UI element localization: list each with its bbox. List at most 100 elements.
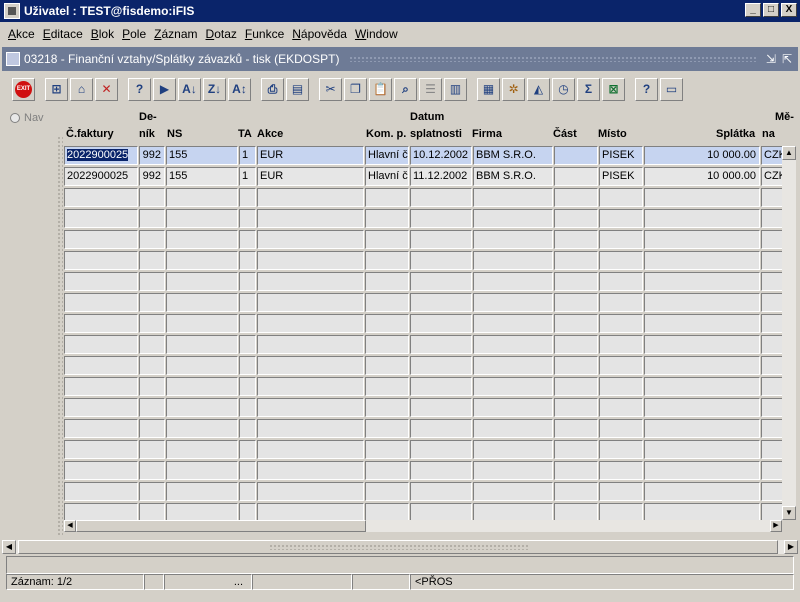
window-button[interactable]: ▭ — [660, 77, 683, 101]
grid-horizontal-scrollbar[interactable]: ◀ ▶ — [64, 520, 782, 532]
cell-akce[interactable] — [257, 398, 364, 417]
cell-denik[interactable]: 992 — [139, 146, 165, 165]
cell-datum[interactable] — [410, 230, 472, 249]
calculator-button[interactable]: ▦ — [477, 77, 500, 101]
save-button[interactable]: ⌂ — [70, 77, 93, 101]
cell-splatka[interactable]: 10 000.00 — [644, 146, 760, 165]
cell-akce[interactable] — [257, 503, 364, 520]
cell-ta[interactable] — [239, 230, 256, 249]
cell-misto[interactable] — [599, 335, 643, 354]
cell-datum[interactable] — [410, 209, 472, 228]
cell-firma[interactable] — [473, 440, 553, 459]
cell-firma[interactable] — [473, 461, 553, 480]
cell-denik[interactable] — [139, 335, 165, 354]
cell-ns[interactable] — [166, 188, 238, 207]
cell-cast[interactable] — [554, 167, 598, 186]
cell-kom[interactable]: Hlavní či — [365, 167, 409, 186]
cell-akce[interactable] — [257, 461, 364, 480]
cell-kom[interactable] — [365, 503, 409, 520]
cell-denik[interactable] — [139, 314, 165, 333]
cell-akce[interactable] — [257, 188, 364, 207]
cell-ns[interactable] — [166, 461, 238, 480]
find-button[interactable]: ⌕ — [394, 77, 417, 101]
gauge-button[interactable]: ◷ — [552, 77, 575, 101]
cell-denik[interactable] — [139, 461, 165, 480]
cell-misto[interactable] — [599, 377, 643, 396]
cell-cast[interactable] — [554, 188, 598, 207]
cell-misto[interactable]: PISEK — [599, 146, 643, 165]
cell-ta[interactable] — [239, 335, 256, 354]
menu-funkce[interactable]: Funkce — [241, 27, 288, 41]
cell-cast[interactable] — [554, 419, 598, 438]
menu-akce[interactable]: Akce — [4, 27, 39, 41]
cell-akce[interactable] — [257, 272, 364, 291]
menu-blok[interactable]: Blok — [87, 27, 118, 41]
cell-cast[interactable] — [554, 251, 598, 270]
cell-cast[interactable] — [554, 230, 598, 249]
cell-mena[interactable] — [761, 272, 782, 291]
cell-cast[interactable] — [554, 272, 598, 291]
cell-ta[interactable]: 1 — [239, 167, 256, 186]
cell-akce[interactable] — [257, 440, 364, 459]
cell-akce[interactable] — [257, 356, 364, 375]
cell-misto[interactable] — [599, 461, 643, 480]
cell-cfaktury[interactable] — [64, 335, 138, 354]
cell-akce[interactable] — [257, 377, 364, 396]
cell-cfaktury[interactable] — [64, 461, 138, 480]
cell-datum[interactable] — [410, 377, 472, 396]
form-minimize-icon[interactable]: ⇲ — [766, 52, 776, 66]
close-button[interactable]: X — [781, 3, 797, 17]
insert-record-button[interactable]: ⊞ — [45, 77, 68, 101]
grid-hscroll-thumb[interactable] — [76, 520, 366, 532]
cell-firma[interactable] — [473, 314, 553, 333]
scroll-up-icon[interactable]: ▲ — [782, 146, 796, 160]
cell-cfaktury[interactable] — [64, 314, 138, 333]
cell-kom[interactable] — [365, 272, 409, 291]
app-icon[interactable] — [4, 3, 20, 19]
cell-cast[interactable] — [554, 335, 598, 354]
menu-zaznam[interactable]: Záznam — [150, 27, 201, 41]
cell-ns[interactable] — [166, 314, 238, 333]
cell-ta[interactable] — [239, 377, 256, 396]
tools-button[interactable]: ✲ — [502, 77, 525, 101]
cell-akce[interactable] — [257, 230, 364, 249]
cell-denik[interactable] — [139, 482, 165, 501]
cell-mena[interactable] — [761, 335, 782, 354]
cell-kom[interactable]: Hlavní či — [365, 146, 409, 165]
maximize-button[interactable]: □ — [763, 3, 779, 17]
cell-firma[interactable] — [473, 272, 553, 291]
columns-button[interactable]: ▥ — [444, 77, 467, 101]
cell-mena[interactable] — [761, 293, 782, 312]
excel-button[interactable]: ⊠ — [602, 77, 625, 101]
cell-firma[interactable] — [473, 209, 553, 228]
cell-misto[interactable] — [599, 482, 643, 501]
cell-akce[interactable]: EUR — [257, 167, 364, 186]
cell-datum[interactable] — [410, 461, 472, 480]
cell-akce[interactable] — [257, 293, 364, 312]
cell-splatka[interactable] — [644, 230, 760, 249]
help-button[interactable]: ? — [635, 77, 658, 101]
menu-editace[interactable]: Editace — [39, 27, 87, 41]
cell-cfaktury[interactable] — [64, 503, 138, 520]
cell-ta[interactable] — [239, 251, 256, 270]
cell-mena[interactable] — [761, 209, 782, 228]
cell-ta[interactable] — [239, 461, 256, 480]
cell-firma[interactable] — [473, 251, 553, 270]
cell-akce[interactable] — [257, 314, 364, 333]
cell-ns[interactable] — [166, 377, 238, 396]
cell-ta[interactable] — [239, 440, 256, 459]
cell-kom[interactable] — [365, 335, 409, 354]
cell-ns[interactable]: 155 — [166, 146, 238, 165]
cell-firma[interactable] — [473, 398, 553, 417]
cell-ns[interactable] — [166, 251, 238, 270]
menu-window[interactable]: Window — [351, 27, 402, 41]
window-scroll-left-icon[interactable]: ◀ — [2, 540, 16, 554]
cell-kom[interactable] — [365, 377, 409, 396]
cell-cfaktury[interactable] — [64, 188, 138, 207]
cell-misto[interactable]: PISEK — [599, 167, 643, 186]
cell-datum[interactable] — [410, 188, 472, 207]
cell-ns[interactable] — [166, 503, 238, 520]
cell-firma[interactable] — [473, 503, 553, 520]
cell-akce[interactable] — [257, 209, 364, 228]
cell-splatka[interactable] — [644, 335, 760, 354]
